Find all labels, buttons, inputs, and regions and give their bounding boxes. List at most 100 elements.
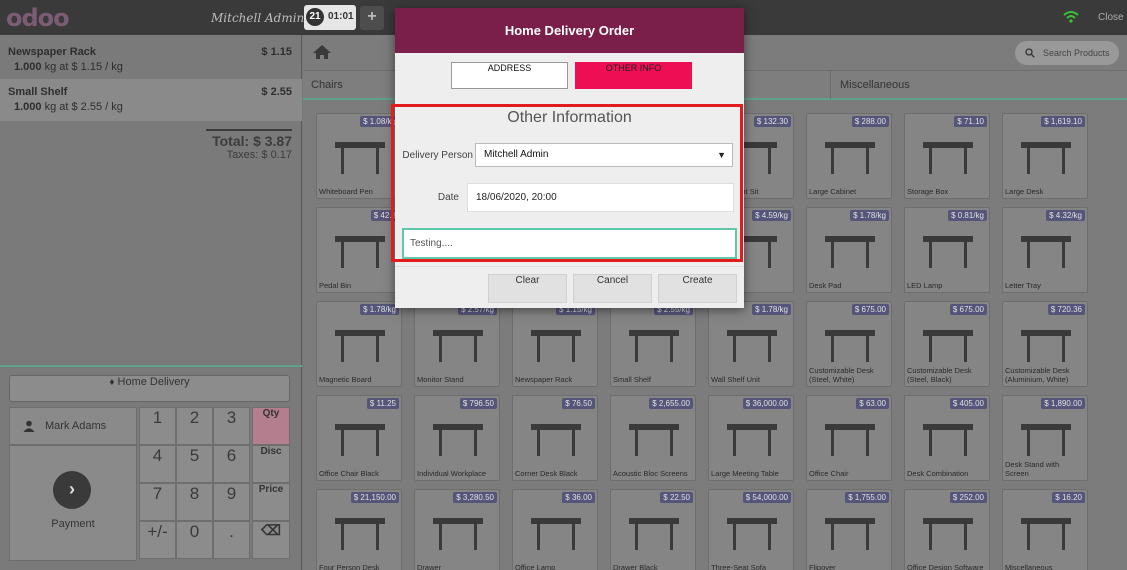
product-image [335,518,385,550]
numpad-key-9[interactable]: 9 [213,483,250,521]
dialog-title: Home Delivery Order [395,8,744,53]
product-card[interactable]: $ 1.78/kg Magnetic Board [316,301,402,387]
order-line-price: $ 2.55 [261,86,292,98]
product-name: Wall Shelf Unit [711,375,760,384]
product-card[interactable]: $ 36,000.00 Large Meeting Table [708,395,794,481]
divider [395,266,744,267]
add-order-button[interactable]: + [360,6,384,30]
product-card[interactable]: $ 405.00 Desk Combination [904,395,990,481]
product-image [825,424,875,456]
product-card[interactable]: $ 42.3 Pedal Bin [316,207,402,293]
payment-button[interactable]: › Payment [9,445,137,561]
product-image [1021,518,1071,550]
create-button[interactable]: Create [658,274,737,303]
product-card[interactable]: $ 16.20 Miscellaneous [1002,489,1088,570]
product-image [629,518,679,550]
product-name: Four Person Desk [319,563,380,570]
product-card[interactable]: $ 796.50 Individual Workplace [414,395,500,481]
product-card[interactable]: $ 252.00 Office Design Software [904,489,990,570]
clear-button[interactable]: Clear [488,274,567,303]
home-delivery-button[interactable]: ♦ Home Delivery [9,375,290,402]
numpad-key-4[interactable]: 4 [139,445,176,483]
product-name: Miscellaneous [1005,563,1053,570]
product-price: $ 2,655.00 [649,398,693,409]
product-card[interactable]: $ 1,890.00 Desk Stand with Screen [1002,395,1088,481]
user-name[interactable]: Mitchell Admin [211,11,304,25]
product-card[interactable]: $ 22.50 Drawer Black [610,489,696,570]
disc-mode-button[interactable]: Disc [252,445,290,483]
product-card[interactable]: $ 1.78/kg Wall Shelf Unit [708,301,794,387]
price-mode-button[interactable]: Price [252,483,290,521]
product-name: Newspaper Rack [515,375,573,384]
product-name: Desk Pad [809,281,842,290]
product-name: Desk Combination [907,469,969,478]
product-image [1021,142,1071,174]
product-price: $ 4.32/kg [1046,210,1085,221]
product-card[interactable]: $ 2.55/kg Small Shelf [610,301,696,387]
numpad-key-dot[interactable]: . [213,521,250,559]
product-card[interactable]: $ 54,000.00 Three-Seat Sofa [708,489,794,570]
order-totals: Total: $ 3.87 Taxes: $ 0.17 [206,129,292,161]
numpad-key-6[interactable]: 6 [213,445,250,483]
product-card[interactable]: $ 4.32/kg Letter Tray [1002,207,1088,293]
numpad-key-1[interactable]: 1 [139,407,176,445]
product-card[interactable]: $ 1,619.10 Large Desk [1002,113,1088,199]
product-card[interactable]: $ 71.10 Storage Box [904,113,990,199]
product-image [335,142,385,174]
category-chairs[interactable]: Chairs [311,79,343,91]
product-card[interactable]: $ 21,150.00 Four Person Desk [316,489,402,570]
product-card[interactable]: $ 0.81/kg LED Lamp [904,207,990,293]
payment-label: Payment [51,518,95,530]
numpad-key-8[interactable]: 8 [176,483,213,521]
product-price: $ 252.00 [949,492,987,503]
numpad-key-2[interactable]: 2 [176,407,213,445]
numpad-key-7[interactable]: 7 [139,483,176,521]
category-miscellaneous[interactable]: Miscellaneous [840,79,910,91]
product-price: $ 1,890.00 [1041,398,1085,409]
product-card[interactable]: $ 11.25 Office Chair Black [316,395,402,481]
tab-other-info[interactable]: OTHER INFO [575,62,692,89]
cancel-button[interactable]: Cancel [573,274,652,303]
order-tab[interactable]: 21 01:01 [304,5,356,30]
numpad-key-0[interactable]: 0 [176,521,213,559]
product-card[interactable]: $ 3,280.50 Drawer [414,489,500,570]
product-card[interactable]: $ 675.00 Customizable Desk (Steel, White) [806,301,892,387]
backspace-icon[interactable]: ⌫ [252,521,290,559]
order-line-name: Newspaper Rack [8,46,97,58]
home-icon[interactable] [311,43,333,61]
close-button[interactable]: Close [1098,12,1124,23]
product-card[interactable]: $ 288.00 Large Cabinet [806,113,892,199]
search-input[interactable]: Search Products [1015,41,1119,65]
product-name: Whiteboard Pen [319,187,373,196]
order-line[interactable]: Newspaper Rack $ 1.15 1.000 kg at $ 1.15… [0,39,302,81]
chevron-right-icon: › [53,471,91,509]
qty-mode-button[interactable]: Qty [252,407,290,445]
product-card[interactable]: $ 1.08/kg Whiteboard Pen [316,113,402,199]
order-line-selected[interactable]: Small Shelf $ 2.55 1.000 kg at $ 2.55 / … [0,79,302,121]
product-card[interactable]: $ 1.78/kg Desk Pad [806,207,892,293]
product-image [433,424,483,456]
product-card[interactable]: $ 720.36 Customizable Desk (Aluminium, Wh… [1002,301,1088,387]
product-image [629,424,679,456]
product-image [335,236,385,268]
product-price: $ 288.00 [851,116,889,127]
product-card[interactable]: $ 1.15/kg Newspaper Rack [512,301,598,387]
product-card[interactable]: $ 2,655.00 Acoustic Bloc Screens [610,395,696,481]
product-name: Flipover [809,563,836,570]
product-card[interactable]: $ 2.57/kg Monitor Stand [414,301,500,387]
numpad-key-3[interactable]: 3 [213,407,250,445]
product-image [335,330,385,362]
product-card[interactable]: $ 675.00 Customizable Desk (Steel, Black) [904,301,990,387]
product-card[interactable]: $ 76.50 Corner Desk Black [512,395,598,481]
customer-button[interactable]: Mark Adams [9,407,137,445]
numpad-key-plus-minus[interactable]: +/- [139,521,176,559]
product-image [727,330,777,362]
highlight-box [391,104,743,262]
numpad-key-5[interactable]: 5 [176,445,213,483]
product-card[interactable]: $ 63.00 Office Chair [806,395,892,481]
product-name: Customizable Desk (Steel, Black) [907,366,972,384]
product-card[interactable]: $ 36.00 Office Lamp [512,489,598,570]
product-card[interactable]: $ 1,755.00 Flipover [806,489,892,570]
search-placeholder: Search Products [1043,48,1110,58]
tab-address[interactable]: ADDRESS [451,62,568,89]
